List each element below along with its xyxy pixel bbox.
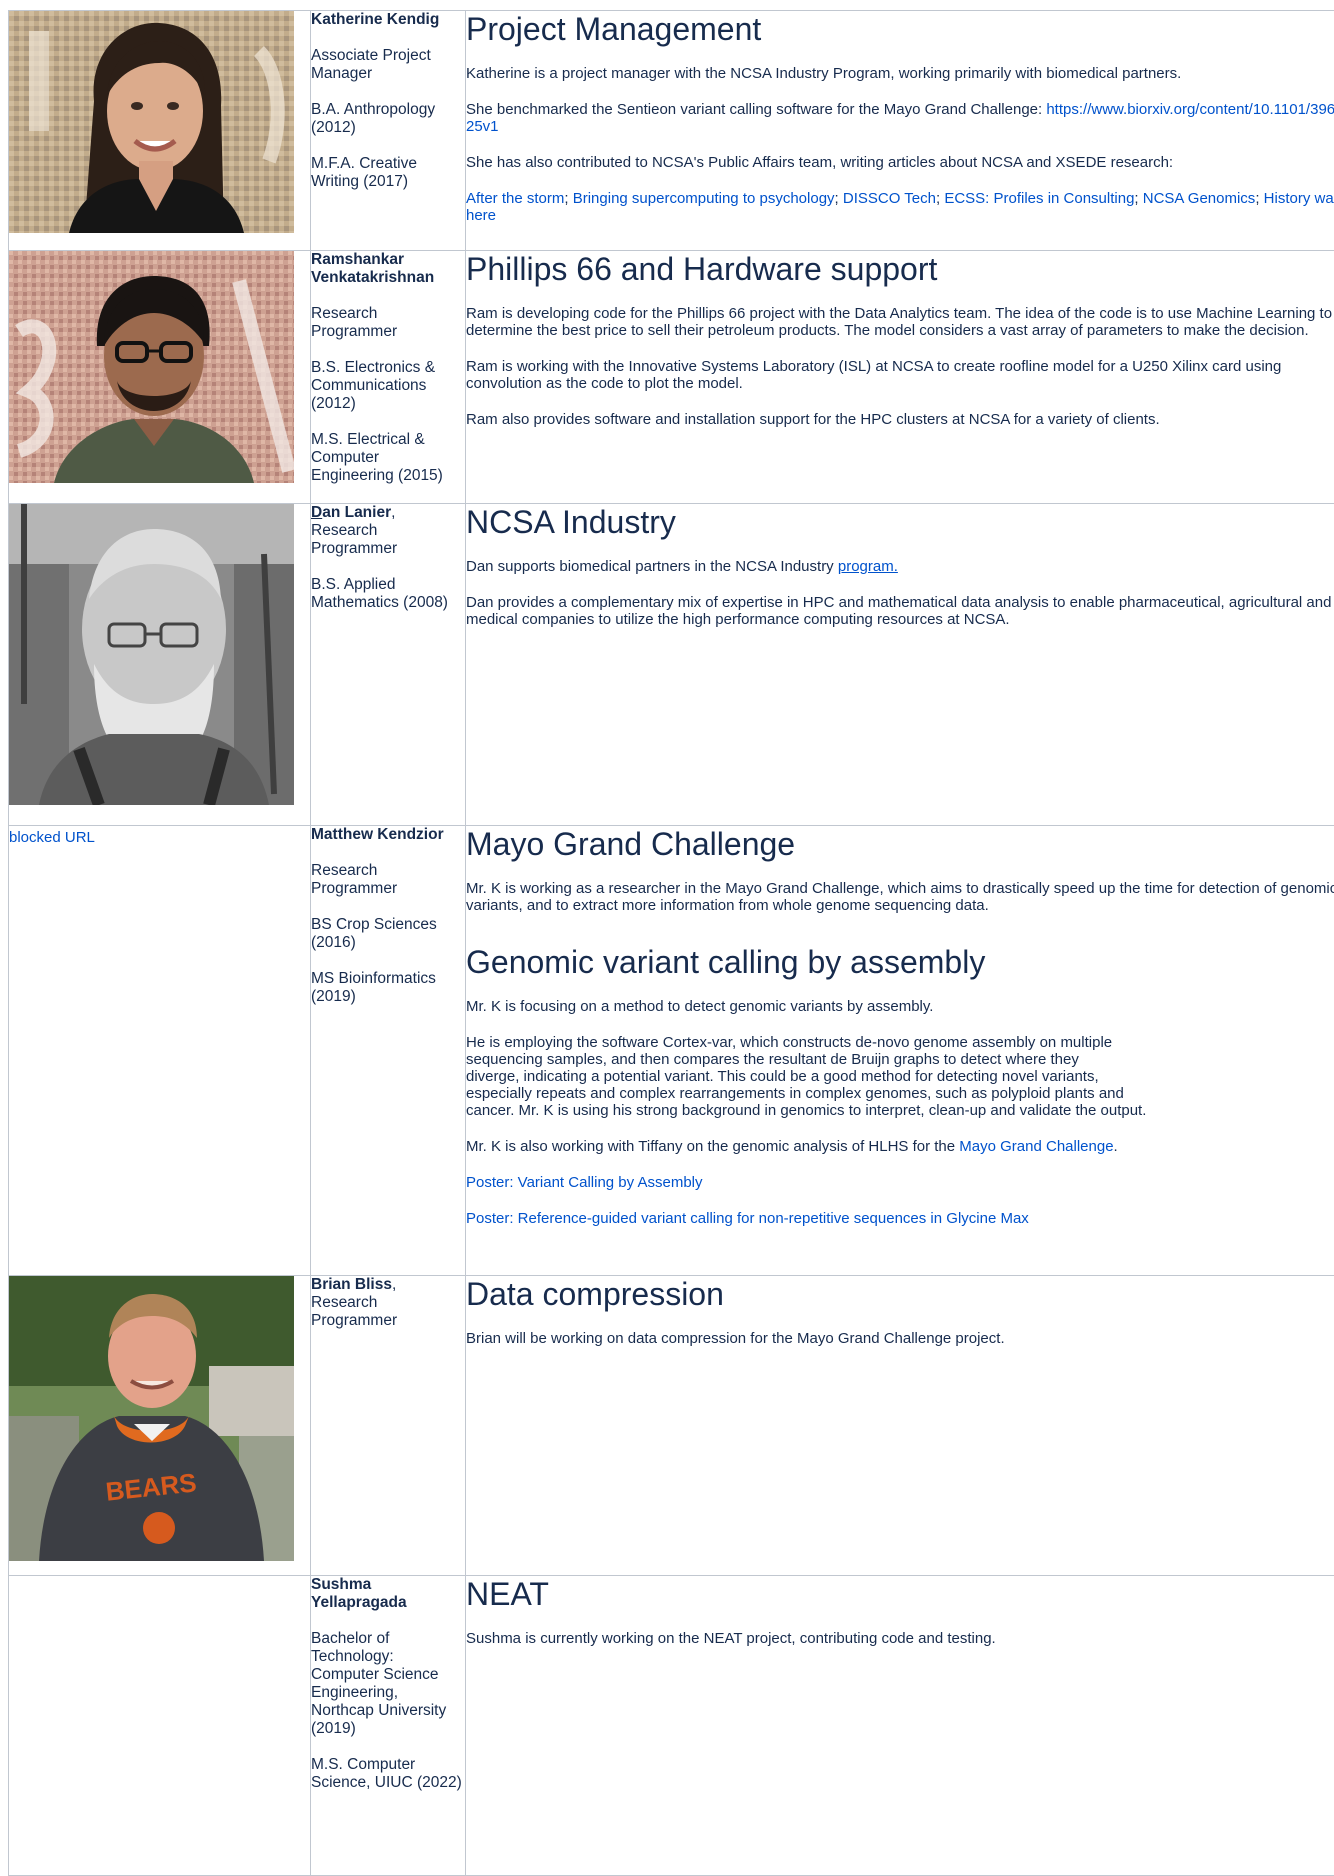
person-title: Research Programmer bbox=[311, 522, 465, 558]
name-cell: Dan Lanier, Research Programmer B.S. App… bbox=[311, 504, 466, 826]
person-name-initial: D bbox=[311, 504, 322, 521]
photo-cell bbox=[9, 504, 311, 826]
person-degree: BS Crop Sciences (2016) bbox=[311, 916, 465, 952]
portrait-ramshankar bbox=[9, 251, 294, 483]
name-cell: Matthew Kendzior Research Programmer BS … bbox=[311, 826, 466, 1276]
paragraph: Poster: Reference-guided variant calling… bbox=[466, 1210, 1334, 1227]
photo-cell: BEARS bbox=[9, 1276, 311, 1576]
name-cell: Brian Bliss, Research Programmer bbox=[311, 1276, 466, 1576]
article-link[interactable]: After the storm bbox=[466, 190, 564, 207]
photo-cell bbox=[9, 1576, 311, 1876]
paragraph: Poster: Variant Calling by Assembly bbox=[466, 1174, 1334, 1191]
description-cell: Mayo Grand Challenge Mr. K is working as… bbox=[466, 826, 1334, 1276]
photo-cell bbox=[9, 251, 311, 504]
paragraph: Mr. K is focusing on a method to detect … bbox=[466, 998, 1334, 1015]
person-degree: B.A. Anthropology (2012) bbox=[311, 101, 465, 137]
section-heading: Data compression bbox=[466, 1276, 1334, 1312]
table-row: Ramshankar Venkatakrishnan Research Prog… bbox=[9, 251, 1334, 504]
name-cell: Ramshankar Venkatakrishnan Research Prog… bbox=[311, 251, 466, 504]
description-cell: Project Management Katherine is a projec… bbox=[466, 11, 1334, 251]
person-title: Associate Project Manager bbox=[311, 47, 465, 83]
mayo-grand-challenge-link[interactable]: Mayo Grand Challenge bbox=[959, 1138, 1113, 1155]
paragraph-line: diverge, indicating a potential variant.… bbox=[466, 1068, 1099, 1085]
description-cell: Data compression Brian will be working o… bbox=[466, 1276, 1334, 1576]
section-heading: Phillips 66 and Hardware support bbox=[466, 251, 1334, 287]
person-name: Sushma Yellapragada bbox=[311, 1576, 465, 1612]
paragraph: Ram is working with the Innovative Syste… bbox=[466, 358, 1334, 392]
person-name: Matthew Kendzior bbox=[311, 826, 465, 844]
paragraph: Mr. K is also working with Tiffany on th… bbox=[466, 1138, 1334, 1155]
paragraph: He is employing the software Cortex-var,… bbox=[466, 1034, 1334, 1119]
person-name: Katherine Kendig bbox=[311, 11, 465, 29]
paragraph-text: Dan supports biomedical partners in the … bbox=[466, 558, 838, 575]
name-cell: Katherine Kendig Associate Project Manag… bbox=[311, 11, 466, 251]
article-link[interactable]: ECSS: Profiles in Consulting bbox=[944, 190, 1134, 207]
section-heading: NEAT bbox=[466, 1576, 1334, 1612]
person-title: Research Programmer bbox=[311, 862, 465, 898]
paragraph: Dan supports biomedical partners in the … bbox=[466, 558, 1334, 575]
section-heading: Mayo Grand Challenge bbox=[466, 826, 1334, 862]
paragraph: Ram also provides software and installat… bbox=[466, 411, 1334, 428]
section-heading: NCSA Industry bbox=[466, 504, 1334, 540]
person-degree: M.S. Electrical & Computer Engineering (… bbox=[311, 431, 465, 485]
person-degree: MS Bioinformatics (2019) bbox=[311, 970, 465, 1006]
paragraph: Ram is developing code for the Phillips … bbox=[466, 305, 1334, 339]
photo-cell bbox=[9, 11, 311, 251]
articles-list: After the storm; Bringing supercomputing… bbox=[466, 190, 1334, 224]
paragraph-line: He is employing the software Cortex-var,… bbox=[466, 1034, 1112, 1051]
table-row: blocked URL Matthew Kendzior Research Pr… bbox=[9, 826, 1334, 1276]
paragraph-line: sequencing samples, and then compares th… bbox=[466, 1051, 1079, 1068]
person-degree: Bachelor of Technology: Computer Science… bbox=[311, 1630, 465, 1738]
paragraph-text: She benchmarked the Sentieon variant cal… bbox=[466, 101, 1046, 118]
paragraph: She benchmarked the Sentieon variant cal… bbox=[466, 101, 1334, 135]
blocked-image-placeholder[interactable]: blocked URL bbox=[9, 826, 310, 846]
portrait-katherine bbox=[9, 11, 294, 233]
name-separator: , bbox=[391, 504, 395, 521]
paragraph: Mr. K is working as a researcher in the … bbox=[466, 880, 1334, 914]
paragraph: Sushma is currently working on the NEAT … bbox=[466, 1630, 1334, 1647]
name-separator: , bbox=[392, 1276, 396, 1293]
paragraph: Dan provides a complementary mix of expe… bbox=[466, 594, 1334, 628]
portrait-dan bbox=[9, 504, 294, 805]
paragraph: Brian will be working on data compressio… bbox=[466, 1330, 1334, 1347]
description-cell: Phillips 66 and Hardware support Ram is … bbox=[466, 251, 1334, 504]
section-heading: Project Management bbox=[466, 11, 1334, 47]
person-name: Brian Bliss bbox=[311, 1276, 392, 1293]
person-name: Ramshankar Venkatakrishnan bbox=[311, 251, 465, 287]
poster-link[interactable]: Poster: Variant Calling by Assembly bbox=[466, 1174, 703, 1191]
paragraph: She has also contributed to NCSA's Publi… bbox=[466, 154, 1334, 171]
table-row: Sushma Yellapragada Bachelor of Technolo… bbox=[9, 1576, 1334, 1876]
person-degree: M.S. Computer Science, UIUC (2022) bbox=[311, 1756, 465, 1792]
person-name-line: Brian Bliss, bbox=[311, 1276, 465, 1294]
photo-cell: blocked URL bbox=[9, 826, 311, 1276]
article-link[interactable]: Bringing supercomputing to psychology bbox=[573, 190, 835, 207]
article-link[interactable]: NCSA Genomics bbox=[1143, 190, 1256, 207]
person-degree: B.S. Applied Mathematics (2008) bbox=[311, 576, 465, 612]
person-degree: M.F.A. Creative Writing (2017) bbox=[311, 155, 465, 191]
poster-link[interactable]: Poster: Reference-guided variant calling… bbox=[466, 1210, 1029, 1227]
table-row: Katherine Kendig Associate Project Manag… bbox=[9, 11, 1334, 251]
table-row: Dan Lanier, Research Programmer B.S. App… bbox=[9, 504, 1334, 826]
article-link[interactable]: DISSCO Tech bbox=[843, 190, 936, 207]
table-row: BEARS Brian Bliss, Research Programmer D… bbox=[9, 1276, 1334, 1576]
person-title: Research Programmer bbox=[311, 305, 465, 341]
paragraph-text: . bbox=[1114, 1138, 1118, 1155]
section-heading: Genomic variant calling by assembly bbox=[466, 944, 1334, 980]
paragraph-line: especially repeats and complex rearrange… bbox=[466, 1085, 1124, 1102]
staff-table: Katherine Kendig Associate Project Manag… bbox=[8, 10, 1334, 1876]
paragraph-text: Mr. K is also working with Tiffany on th… bbox=[466, 1138, 959, 1155]
description-cell: NCSA Industry Dan supports biomedical pa… bbox=[466, 504, 1334, 826]
person-title: Research Programmer bbox=[311, 1294, 465, 1330]
program-link[interactable]: program. bbox=[838, 558, 898, 575]
description-cell: NEAT Sushma is currently working on the … bbox=[466, 1576, 1334, 1876]
paragraph-line: cancer. Mr. K is using his strong backgr… bbox=[466, 1102, 1146, 1119]
person-name-line: Dan Lanier, bbox=[311, 504, 465, 522]
portrait-brian: BEARS bbox=[9, 1276, 294, 1561]
person-name: an Lanier bbox=[322, 504, 391, 521]
paragraph: Katherine is a project manager with the … bbox=[466, 65, 1334, 82]
name-cell: Sushma Yellapragada Bachelor of Technolo… bbox=[311, 1576, 466, 1876]
person-degree: B.S. Electronics & Communications (2012) bbox=[311, 359, 465, 413]
